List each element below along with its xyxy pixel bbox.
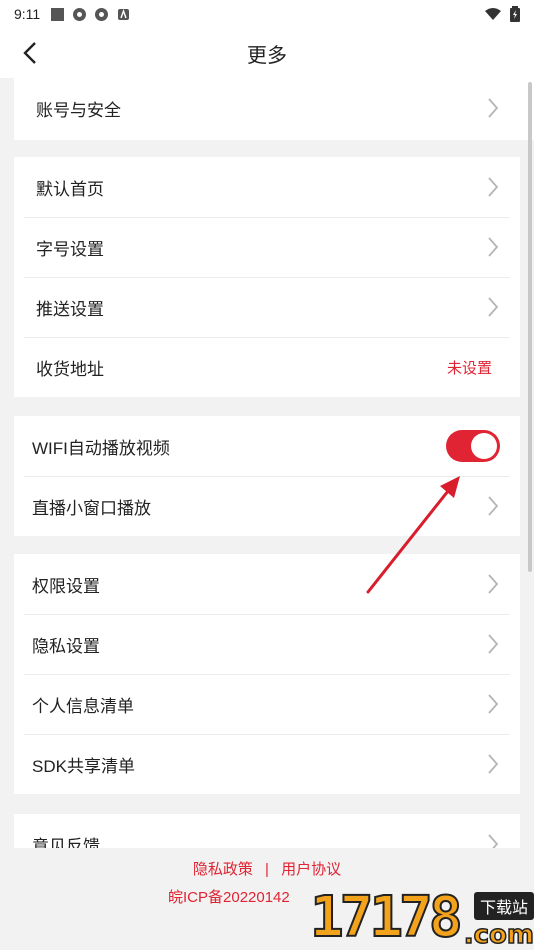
row-label: 权限设置 <box>32 576 100 596</box>
chevron-right-icon <box>488 177 499 197</box>
chevron-right-icon <box>488 834 499 848</box>
watermark-suffix: .com <box>463 919 534 950</box>
footer-links: 隐私政策 | 用户协议 <box>0 858 534 879</box>
row-label: SDK共享清单 <box>32 756 135 776</box>
chevron-right-icon <box>488 237 499 257</box>
wifi-autoplay-toggle[interactable] <box>446 430 500 462</box>
settings-group-general: 默认首页 字号设置 推送设置 收货地址 未设置 <box>14 157 520 397</box>
row-label: 个人信息清单 <box>32 696 134 716</box>
address-status-value: 未设置 <box>446 359 492 377</box>
back-arrow-icon[interactable] <box>18 40 44 66</box>
sdk-sharing-list-row[interactable]: SDK共享清单 <box>14 734 520 794</box>
shipping-address-row[interactable]: 收货地址 未设置 <box>14 337 520 397</box>
row-label: WIFI自动播放视频 <box>32 438 170 458</box>
toggle-knob <box>471 433 497 459</box>
font-size-row[interactable]: 字号设置 <box>14 217 520 277</box>
personal-info-list-row[interactable]: 个人信息清单 <box>14 674 520 734</box>
privacy-policy-link[interactable]: 隐私政策 <box>193 861 253 878</box>
privacy-settings-row[interactable]: 隐私设置 <box>14 614 520 674</box>
chevron-right-icon <box>488 574 499 594</box>
feedback-row[interactable]: 意见反馈 <box>14 814 520 848</box>
push-settings-row[interactable]: 推送设置 <box>14 277 520 337</box>
chevron-right-icon <box>488 754 499 774</box>
row-label: 收货地址 <box>36 359 104 379</box>
row-label: 隐私设置 <box>32 636 100 656</box>
row-label: 推送设置 <box>36 299 104 319</box>
row-label: 意见反馈 <box>32 836 100 849</box>
settings-scroll-area[interactable]: 账号与安全 默认首页 字号设置 推送设置 收货地址 未设置 WIFI自动播放视频 <box>0 78 534 848</box>
status-bar: 9:11 <box>0 0 534 28</box>
chevron-right-icon <box>488 496 499 516</box>
watermark-digits: 17178 <box>309 885 464 950</box>
a-notification-icon <box>118 8 130 20</box>
scrollbar-thumb[interactable] <box>528 82 532 572</box>
status-right <box>484 6 520 22</box>
watermark-badge: 下载站 <box>473 892 534 920</box>
settings-group-privacy: 权限设置 隐私设置 个人信息清单 SDK共享清单 <box>14 554 520 794</box>
settings-group-feedback: 意见反馈 <box>14 814 520 848</box>
row-label: 账号与安全 <box>36 100 121 120</box>
site-watermark: 17178 下载站 .com <box>309 885 534 950</box>
default-home-row[interactable]: 默认首页 <box>14 157 520 217</box>
row-label: 字号设置 <box>36 239 104 259</box>
wifi-icon <box>485 8 501 20</box>
battery-icon <box>510 6 520 22</box>
chevron-right-icon <box>488 694 499 714</box>
account-security-row[interactable]: 账号与安全 <box>14 78 534 138</box>
page-header: 更多 <box>0 28 534 78</box>
row-label: 直播小窗口播放 <box>32 498 151 518</box>
wifi-autoplay-row: WIFI自动播放视频 <box>14 416 520 476</box>
permission-settings-row[interactable]: 权限设置 <box>14 554 520 614</box>
square-notification-icon <box>51 7 65 21</box>
user-agreement-link[interactable]: 用户协议 <box>281 861 341 878</box>
aperture-notification-icon-2 <box>95 7 109 21</box>
aperture-notification-icon <box>73 7 87 21</box>
chevron-right-icon <box>488 98 499 118</box>
icp-record: 皖ICP备20220142 <box>168 889 290 906</box>
footer-separator: | <box>265 861 269 878</box>
status-time: 9:11 <box>14 6 41 22</box>
chevron-right-icon <box>488 634 499 654</box>
settings-group-account: 账号与安全 <box>14 78 534 140</box>
page-title: 更多 <box>247 44 287 67</box>
row-label: 默认首页 <box>36 179 104 199</box>
live-mini-window-row[interactable]: 直播小窗口播放 <box>14 476 520 536</box>
settings-group-video: WIFI自动播放视频 直播小窗口播放 <box>14 416 520 536</box>
chevron-right-icon <box>488 297 499 317</box>
